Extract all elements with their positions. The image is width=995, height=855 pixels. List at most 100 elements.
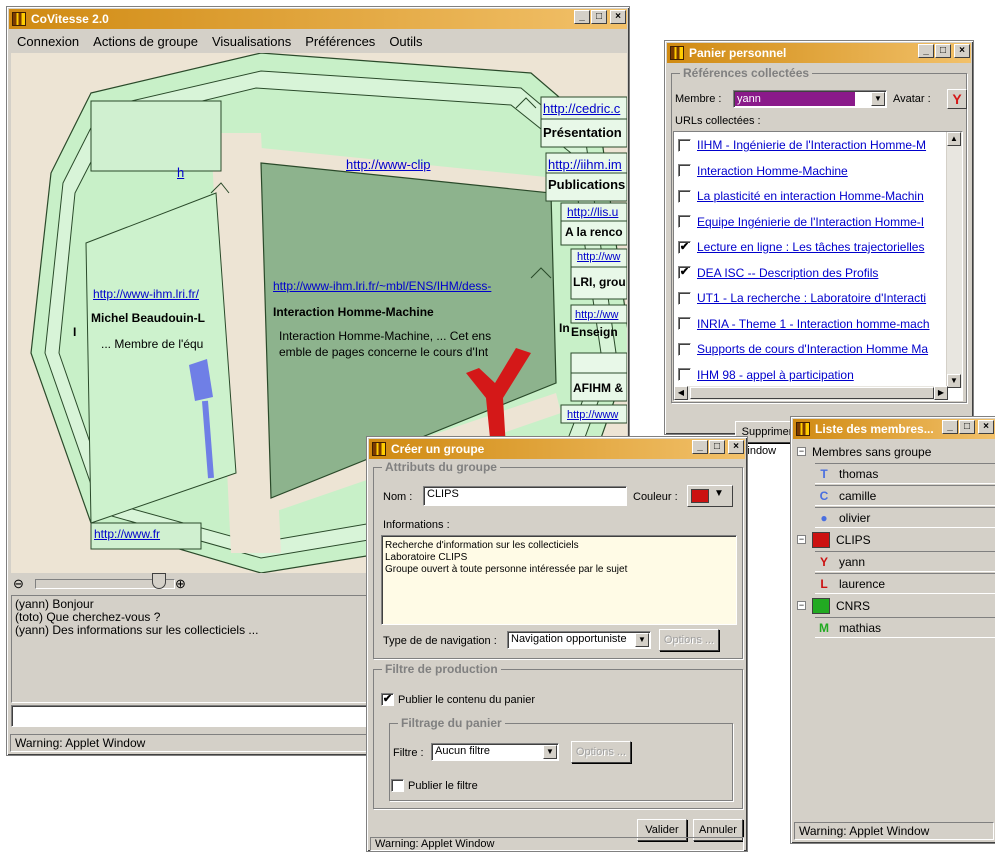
menu-visualisations[interactable]: Visualisations bbox=[212, 34, 291, 49]
url-list-item[interactable]: IIHM - Ingénierie de l'Interaction Homme… bbox=[678, 134, 944, 156]
menu-outils[interactable]: Outils bbox=[389, 34, 422, 49]
viz-link-ww1[interactable]: http://ww bbox=[577, 251, 620, 263]
url-list-item[interactable]: La plasticité en interaction Homme-Machi… bbox=[678, 185, 944, 207]
tree-group-cnrs[interactable]: − CNRS bbox=[797, 595, 870, 616]
url-link[interactable]: Lecture en ligne : Les tâches trajectori… bbox=[697, 240, 924, 254]
url-list-item[interactable]: ✔ Lecture en ligne : Les tâches trajector… bbox=[678, 236, 944, 258]
url-list-item[interactable]: UT1 - La recherche : Laboratoire d'Inter… bbox=[678, 287, 944, 309]
viz-link-www-fr[interactable]: http://www.fr bbox=[94, 527, 160, 541]
avatar-icon[interactable]: Y bbox=[947, 89, 967, 109]
checkbox-checked-icon[interactable]: ✔ bbox=[381, 693, 394, 706]
url-list-item[interactable]: Equipe Ingénierie de l'Interaction Homme… bbox=[678, 211, 944, 233]
checkbox-unchecked-icon[interactable] bbox=[678, 164, 691, 177]
nav-options-button[interactable]: Options ... bbox=[659, 629, 719, 651]
info-textarea[interactable]: Recherche d'information sur les collecti… bbox=[381, 535, 737, 625]
url-link[interactable]: INRIA - Theme 1 - Interaction homme-mach bbox=[697, 317, 930, 331]
tree-member-laurence[interactable]: L laurence bbox=[815, 573, 995, 594]
nav-type-combo[interactable]: Navigation opportuniste ▼ bbox=[507, 631, 651, 649]
url-link[interactable]: Equipe Ingénierie de l'Interaction Homme… bbox=[697, 215, 924, 229]
minimize-icon[interactable]: _ bbox=[918, 44, 934, 58]
chevron-down-icon[interactable]: ▼ bbox=[871, 92, 885, 106]
url-link[interactable]: DEA ISC -- Description des Profils bbox=[697, 266, 878, 280]
collapse-icon[interactable]: − bbox=[797, 601, 806, 610]
create-group-titlebar[interactable]: Créer un groupe bbox=[369, 439, 745, 459]
publish-filter-checkbox[interactable]: Publier le filtre bbox=[391, 779, 478, 792]
close-icon[interactable]: × bbox=[610, 10, 626, 24]
chevron-down-icon[interactable]: ▼ bbox=[635, 633, 649, 647]
chevron-down-icon[interactable]: ▼ bbox=[543, 745, 557, 759]
checkbox-unchecked-icon[interactable] bbox=[678, 138, 691, 152]
main-titlebar[interactable]: CoVitesse 2.0 bbox=[9, 9, 627, 29]
tree-member-mathias[interactable]: M mathias bbox=[815, 617, 995, 638]
viz-link-dess[interactable]: http://www-ihm.lri.fr/~mbl/ENS/IHM/dess- bbox=[273, 279, 491, 293]
checkbox-unchecked-icon[interactable] bbox=[678, 342, 691, 356]
checkbox-unchecked-icon[interactable] bbox=[678, 368, 691, 381]
viz-link-www-clip[interactable]: http://www-clip bbox=[346, 157, 431, 172]
collapse-icon[interactable]: − bbox=[797, 447, 806, 456]
filter-options-button[interactable]: Options ... bbox=[571, 741, 631, 763]
tree-group-sans-groupe[interactable]: − Membres sans groupe bbox=[797, 441, 931, 462]
scroll-down-icon[interactable]: ▼ bbox=[947, 374, 961, 388]
url-link[interactable]: UT1 - La recherche : Laboratoire d'Inter… bbox=[697, 291, 926, 305]
viz-link-ww2[interactable]: http://ww bbox=[575, 309, 618, 321]
menu-actions-de-groupe[interactable]: Actions de groupe bbox=[93, 34, 198, 49]
viz-link-lis[interactable]: http://lis.u bbox=[567, 205, 618, 219]
viz-link-iihm[interactable]: http://iihm.im bbox=[548, 157, 622, 172]
zoom-in-icon[interactable]: ⊕ bbox=[175, 576, 186, 592]
member-combo[interactable]: yann ▼ bbox=[733, 90, 887, 108]
viz-link-h[interactable]: h bbox=[177, 165, 184, 180]
menu-connexion[interactable]: Connexion bbox=[17, 34, 79, 49]
zoom-out-icon[interactable]: ⊖ bbox=[13, 576, 24, 592]
tree-member-yann[interactable]: Y yann bbox=[815, 551, 995, 572]
chevron-down-icon[interactable]: ▼ bbox=[714, 488, 724, 499]
minimize-icon[interactable]: _ bbox=[574, 10, 590, 24]
scroll-left-icon[interactable]: ◀ bbox=[674, 386, 688, 400]
url-list[interactable]: IIHM - Ingénierie de l'Interaction Homme… bbox=[673, 131, 963, 401]
tree-member-olivier[interactable]: ● olivier bbox=[815, 507, 995, 528]
tree-member-camille[interactable]: C camille bbox=[815, 485, 995, 506]
minimize-icon[interactable]: _ bbox=[942, 420, 958, 434]
group-name-input[interactable]: CLIPS bbox=[423, 486, 627, 506]
url-list-hscroll[interactable]: ◀ ▶ bbox=[674, 386, 948, 400]
collapse-icon[interactable]: − bbox=[797, 535, 806, 544]
checkbox-unchecked-icon[interactable] bbox=[678, 215, 691, 228]
tree-member-thomas[interactable]: T thomas bbox=[815, 463, 995, 484]
url-list-item[interactable]: IHM 98 - appel à participation bbox=[678, 364, 944, 386]
maximize-icon[interactable]: □ bbox=[709, 440, 725, 454]
url-list-item[interactable]: ✔ DEA ISC -- Description des Profils bbox=[678, 262, 944, 284]
checkbox-unchecked-icon[interactable] bbox=[678, 291, 691, 305]
viz-link-www[interactable]: http://www bbox=[567, 409, 618, 421]
filter-combo[interactable]: Aucun filtre ▼ bbox=[431, 743, 559, 761]
viz-link-cedric[interactable]: http://cedric.c bbox=[543, 101, 620, 116]
url-list-item[interactable]: Interaction Homme-Machine bbox=[678, 160, 944, 182]
tree-group-clips[interactable]: − CLIPS bbox=[797, 529, 871, 550]
minimize-icon[interactable]: _ bbox=[692, 440, 708, 454]
url-link[interactable]: Supports de cours d'Interaction Homme Ma bbox=[697, 342, 928, 356]
url-list-vscroll[interactable]: ▲ ▼ bbox=[946, 132, 962, 388]
close-icon[interactable]: × bbox=[728, 440, 744, 454]
close-icon[interactable]: × bbox=[954, 44, 970, 58]
maximize-icon[interactable]: □ bbox=[591, 10, 607, 24]
checkbox-checked-icon[interactable]: ✔ bbox=[678, 240, 691, 254]
scroll-right-icon[interactable]: ▶ bbox=[934, 386, 948, 400]
menu-preferences[interactable]: Préférences bbox=[305, 34, 375, 49]
url-link[interactable]: Interaction Homme-Machine bbox=[697, 164, 848, 178]
url-list-item[interactable]: INRIA - Theme 1 - Interaction homme-mach bbox=[678, 313, 944, 335]
url-list-item[interactable]: Supports de cours d'Interaction Homme Ma bbox=[678, 338, 944, 360]
hscroll-thumb[interactable] bbox=[690, 387, 934, 399]
member-tree[interactable]: − Membres sans groupe T thomas C camille… bbox=[795, 441, 995, 821]
url-link[interactable]: IIHM - Ingénierie de l'Interaction Homme… bbox=[697, 138, 926, 152]
checkbox-checked-icon[interactable]: ✔ bbox=[678, 266, 691, 279]
maximize-icon[interactable]: □ bbox=[935, 44, 951, 58]
viz-link-www-ihm[interactable]: http://www-ihm.lri.fr/ bbox=[93, 287, 199, 301]
scroll-up-icon[interactable]: ▲ bbox=[947, 132, 961, 146]
checkbox-unchecked-icon[interactable] bbox=[391, 779, 404, 792]
checkbox-unchecked-icon[interactable] bbox=[678, 189, 691, 203]
zoom-slider-thumb[interactable] bbox=[152, 573, 166, 589]
publish-basket-checkbox[interactable]: ✔ Publier le contenu du panier bbox=[381, 693, 535, 706]
url-link[interactable]: IHM 98 - appel à participation bbox=[697, 368, 854, 382]
maximize-icon[interactable]: □ bbox=[959, 420, 975, 434]
color-picker[interactable]: ▼ bbox=[687, 485, 733, 507]
close-icon[interactable]: × bbox=[978, 420, 994, 434]
url-link[interactable]: La plasticité en interaction Homme-Machi… bbox=[697, 189, 924, 203]
